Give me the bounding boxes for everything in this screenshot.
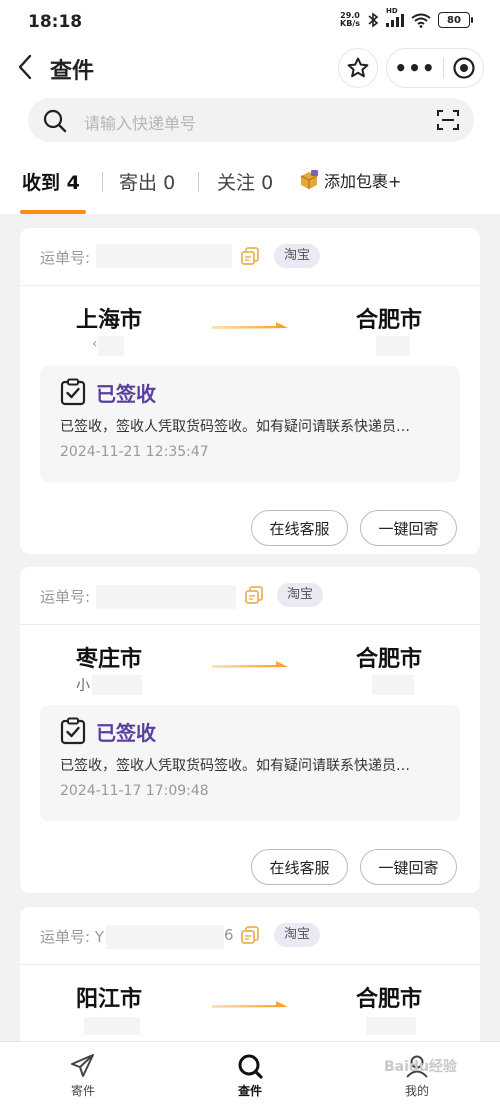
paper-plane-icon — [71, 1054, 94, 1077]
search-icon — [238, 1054, 263, 1079]
waybill-label: 运单号: Y — [40, 928, 104, 946]
route-arrow-icon — [212, 322, 288, 329]
to-city: 合肥市 — [356, 308, 423, 333]
waybill-label: 运单号: — [40, 249, 91, 267]
copy-icon[interactable] — [240, 246, 260, 266]
page-title: 查件 — [50, 59, 95, 84]
waybill-label: 运单号: — [40, 588, 91, 606]
search-input[interactable]: 请输入快递单号 — [84, 110, 196, 134]
battery-icon: 80 — [438, 12, 473, 28]
source-tag: 淘宝 — [277, 583, 324, 607]
more-button[interactable]: ••• — [387, 48, 443, 88]
masked-to-detail — [366, 1017, 416, 1035]
online-service-button[interactable]: 在线客服 — [251, 510, 348, 546]
tracking-status-box[interactable]: 已签收 已签收，签收人凭取货码签收。如有疑问请联系快递员… 2024-11-21… — [40, 366, 460, 482]
search-icon — [43, 109, 67, 133]
from-city: 上海市 — [76, 308, 143, 333]
status-title: 已签收 — [96, 382, 156, 406]
miniprogram-capsule: ••• — [386, 48, 484, 88]
source-tag: 淘宝 — [274, 923, 321, 947]
from-city: 枣庄市 — [76, 647, 143, 672]
copy-icon[interactable] — [244, 585, 264, 605]
status-time: 18:18 — [28, 12, 83, 32]
status-description: 已签收，签收人凭取货码签收。如有疑问请联系快递员… — [60, 758, 410, 774]
status-icons: 29.0 KB/s HD 80 — [340, 7, 473, 28]
masked-waybill-number — [96, 244, 232, 268]
card-header: 运单号: 淘宝 — [20, 567, 480, 625]
one-click-return-button[interactable]: 一键回寄 — [360, 849, 457, 885]
scan-icon[interactable] — [436, 108, 460, 132]
tab-divider — [198, 172, 199, 192]
search-bar[interactable]: 请输入快递单号 — [28, 98, 474, 142]
cell-signal-icon: HD — [386, 7, 404, 27]
masked-from-detail — [98, 336, 124, 356]
favorite-button[interactable] — [338, 48, 378, 88]
network-speed: 29.0 KB/s — [340, 11, 360, 28]
clipboard-check-icon — [60, 378, 86, 406]
waybill-suffix: 6 — [224, 926, 234, 944]
tab-bar: 收到 4 寄出 0 关注 0 添加包裹+ — [0, 162, 500, 214]
masked-to-detail — [372, 675, 414, 695]
bottom-tab-send[interactable]: 寄件 — [43, 1050, 123, 1099]
masked-to-detail — [376, 336, 410, 356]
masked-from-detail — [92, 675, 142, 695]
to-city: 合肥市 — [356, 987, 423, 1012]
masked-waybill-number — [106, 925, 224, 949]
close-miniprogram-button[interactable] — [444, 56, 483, 80]
from-detail: 小 — [76, 678, 90, 694]
source-tag: 淘宝 — [274, 244, 321, 268]
wifi-icon — [411, 13, 431, 28]
target-icon — [452, 57, 475, 79]
clipboard-check-icon — [60, 717, 86, 745]
package-card[interactable]: 运单号: Y 6 淘宝 阳江市 合肥市 — [20, 907, 480, 1047]
watermark-logo: Baidu经验 — [384, 1059, 457, 1075]
status-description: 已签收，签收人凭取货码签收。如有疑问请联系快递员… — [60, 419, 410, 435]
online-service-button[interactable]: 在线客服 — [251, 849, 348, 885]
tab-sent[interactable]: 寄出 0 — [119, 168, 175, 195]
status-title: 已签收 — [96, 721, 156, 745]
masked-from-detail — [84, 1017, 140, 1035]
active-tab-indicator — [20, 210, 86, 214]
tab-followed[interactable]: 关注 0 — [217, 168, 273, 195]
add-package-button[interactable]: 添加包裹+ — [298, 168, 401, 192]
tab-divider — [102, 172, 103, 192]
top-section: 18:18 29.0 KB/s HD 80 查件 ••• 请输入快递单号 收到 … — [0, 0, 500, 214]
status-timestamp: 2024-11-17 17:09:48 — [60, 783, 209, 799]
to-city: 合肥市 — [356, 647, 423, 672]
tab-received[interactable]: 收到 4 — [22, 168, 80, 195]
bluetooth-icon — [368, 12, 379, 28]
nav-bar: 查件 ••• — [0, 44, 500, 92]
one-click-return-button[interactable]: 一键回寄 — [360, 510, 457, 546]
back-arrow-icon[interactable] — [14, 52, 36, 82]
package-card[interactable]: 运单号: 淘宝 枣庄市 小 合肥市 已签收 已签收，签收人凭取货码签收。如有疑问… — [20, 567, 480, 893]
card-header: 运单号: 淘宝 — [20, 228, 480, 286]
status-bar: 18:18 29.0 KB/s HD 80 — [0, 0, 500, 44]
package-card[interactable]: 运单号: 淘宝 上海市 ‹ 合肥市 已签收 已签收，签收人凭取货码签收。如有疑问… — [20, 228, 480, 554]
status-timestamp: 2024-11-21 12:35:47 — [60, 444, 209, 460]
from-city: 阳江市 — [76, 987, 143, 1012]
bottom-tab-bar: 寄件 查件 我的 — [0, 1041, 500, 1111]
copy-icon[interactable] — [240, 925, 260, 945]
route-arrow-icon — [212, 1001, 288, 1008]
masked-waybill-number — [96, 585, 236, 609]
route-arrow-icon — [212, 661, 288, 668]
card-header: 运单号: Y 6 淘宝 — [20, 907, 480, 965]
bottom-tab-track[interactable]: 查件 — [210, 1050, 290, 1099]
from-detail: ‹ — [92, 336, 98, 352]
package-icon — [300, 170, 318, 189]
star-icon — [347, 57, 369, 78]
tracking-status-box[interactable]: 已签收 已签收，签收人凭取货码签收。如有疑问请联系快递员… 2024-11-17… — [40, 705, 460, 821]
